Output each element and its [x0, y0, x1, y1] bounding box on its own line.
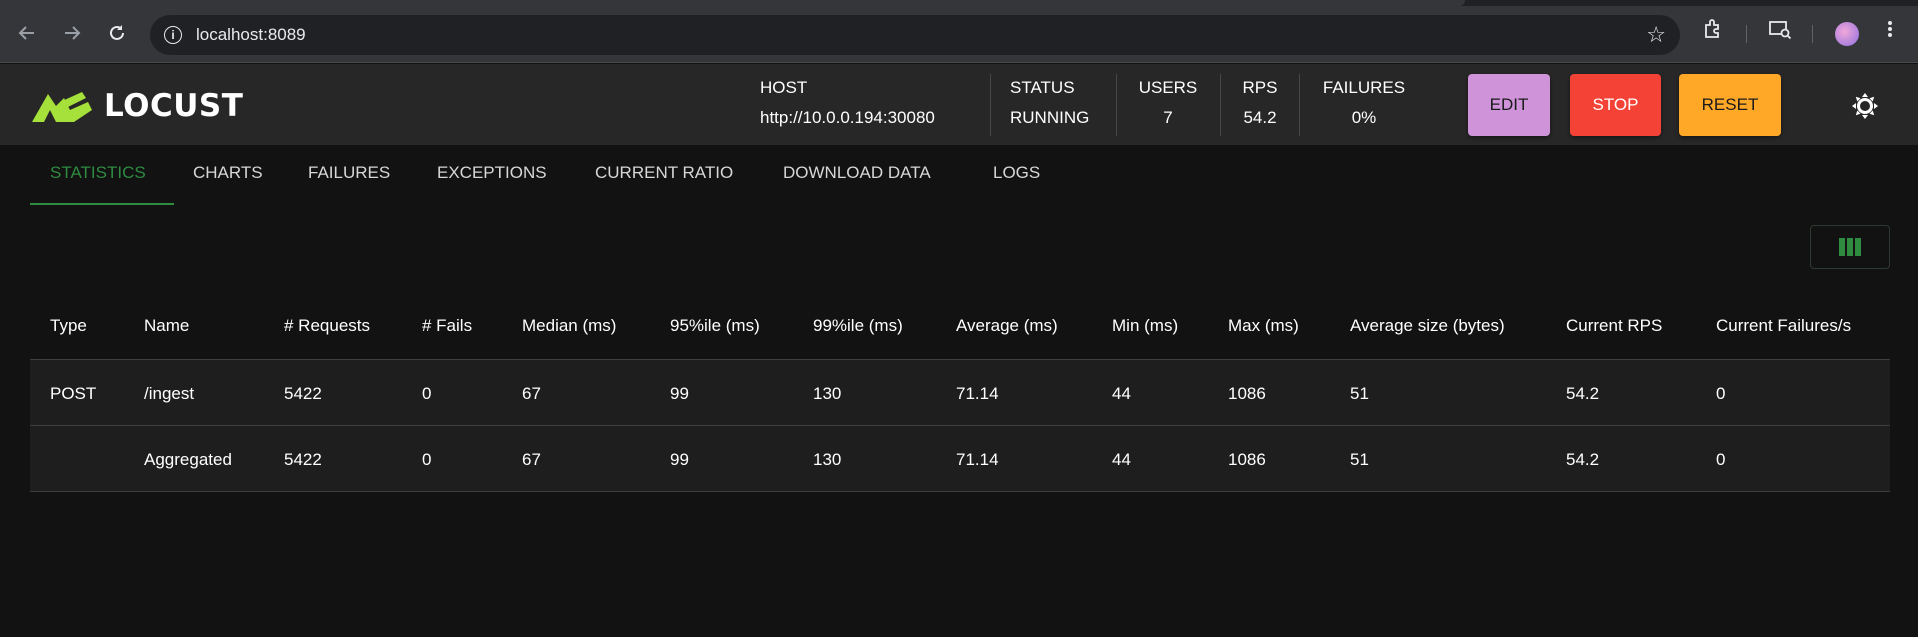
table-cell: 1086 — [1228, 450, 1266, 469]
column-header[interactable]: Max (ms) — [1228, 316, 1299, 336]
column-header[interactable]: Min (ms) — [1112, 316, 1178, 336]
table-cell: 99 — [670, 384, 689, 403]
table-cell: 0 — [422, 450, 432, 469]
tab-failures[interactable]: FAILURES — [308, 163, 390, 183]
table-cell: 67 — [522, 450, 541, 469]
column-header[interactable]: 95%ile (ms) — [670, 316, 760, 336]
column-header[interactable]: Name — [144, 316, 189, 336]
status-value: RUNNING — [1010, 108, 1090, 127]
back-arrow-icon[interactable] — [12, 18, 42, 48]
rps-label: RPS — [1242, 78, 1278, 97]
rps-stat: RPS 54.2 — [1238, 78, 1282, 134]
table-cell: 44 — [1112, 384, 1131, 403]
column-header[interactable]: Current RPS — [1566, 316, 1662, 336]
table-cell: 99 — [670, 450, 689, 469]
host-label: HOST — [760, 78, 808, 97]
table-cell: 71.14 — [956, 450, 999, 469]
table-cell: 54.2 — [1566, 384, 1600, 403]
failures-stat: FAILURES 0% — [1318, 78, 1410, 134]
column-selector-button[interactable] — [1810, 225, 1890, 269]
table-row: POST /ingest 5422 0 67 99 130 71.14 44 1… — [30, 360, 1890, 426]
table-cell: 67 — [522, 384, 541, 403]
tab-search-icon[interactable] — [1768, 18, 1792, 46]
host-value: http://10.0.0.194:30080 — [760, 108, 935, 127]
statistics-table: Type Name # Requests # Fails Median (ms)… — [30, 292, 1890, 492]
column-header[interactable]: Average size (bytes) — [1350, 316, 1505, 336]
stat-divider — [1299, 74, 1300, 136]
tab-strip — [0, 0, 1918, 6]
failures-label: FAILURES — [1322, 78, 1406, 97]
url-text: localhost:8089 — [196, 25, 306, 44]
app-name: LOCUST — [104, 88, 244, 124]
status-label: STATUS — [1010, 78, 1075, 97]
address-bar[interactable]: i localhost:8089 ☆ — [150, 15, 1680, 55]
host-stat: HOST http://10.0.0.194:30080 — [760, 78, 935, 134]
locust-logo-icon — [32, 92, 92, 122]
extensions-icon[interactable] — [1702, 18, 1724, 46]
reset-button[interactable]: RESET — [1679, 74, 1781, 136]
column-header[interactable]: 99%ile (ms) — [813, 316, 903, 336]
column-header[interactable]: Median (ms) — [522, 316, 616, 336]
table-cell: 1086 — [1228, 384, 1266, 403]
toolbar-divider — [1746, 25, 1747, 43]
table-cell: 130 — [813, 384, 842, 403]
column-header[interactable]: Average (ms) — [956, 316, 1058, 336]
active-tab-indicator — [30, 203, 174, 205]
table-cell: 5422 — [284, 384, 322, 403]
table-cell: 71.14 — [956, 384, 999, 403]
column-header[interactable]: # Fails — [422, 316, 472, 336]
stat-divider — [1116, 74, 1117, 136]
table-cell: 0 — [1716, 450, 1726, 469]
users-label: USERS — [1138, 78, 1198, 97]
column-header[interactable]: Current Failures/s — [1716, 316, 1851, 336]
browser-toolbar: i localhost:8089 ☆ — [0, 0, 1918, 63]
table-cell: Aggregated — [144, 450, 232, 469]
columns-icon — [1839, 238, 1861, 256]
table-cell: 0 — [1716, 384, 1726, 403]
table-cell: 0 — [422, 384, 432, 403]
tab-logs[interactable]: LOGS — [993, 163, 1040, 183]
app-header: LOCUST HOST http://10.0.0.194:30080 STAT… — [0, 64, 1918, 145]
tab-statistics[interactable]: STATISTICS — [50, 163, 146, 183]
tab-exceptions[interactable]: EXCEPTIONS — [437, 163, 547, 183]
site-info-icon[interactable]: i — [164, 26, 182, 44]
table-row-aggregated: Aggregated 5422 0 67 99 130 71.14 44 108… — [30, 426, 1890, 492]
failures-value: 0% — [1351, 108, 1377, 127]
stat-divider — [990, 74, 991, 136]
stat-divider — [1220, 74, 1221, 136]
table-cell: /ingest — [144, 384, 195, 403]
forward-arrow-icon[interactable] — [57, 18, 87, 48]
toolbar-divider — [1812, 25, 1813, 43]
stop-button[interactable]: STOP — [1570, 74, 1661, 136]
reload-icon[interactable] — [102, 18, 132, 48]
tab-charts[interactable]: CHARTS — [193, 163, 263, 183]
locust-logo[interactable]: LOCUST — [30, 88, 243, 124]
tab-download-data[interactable]: DOWNLOAD DATA — [783, 163, 931, 183]
table-cell: 130 — [813, 450, 842, 469]
rps-value: 54.2 — [1243, 108, 1277, 127]
theme-toggle-sun-icon[interactable] — [1851, 92, 1879, 120]
table-header-row: Type Name # Requests # Fails Median (ms)… — [30, 292, 1890, 360]
table-cell: POST — [50, 384, 97, 403]
tab-current-ratio[interactable]: CURRENT RATIO — [595, 163, 733, 183]
column-header[interactable]: Type — [50, 316, 87, 336]
table-cell: 54.2 — [1566, 450, 1600, 469]
bookmark-star-icon[interactable]: ☆ — [1646, 22, 1666, 48]
column-header[interactable]: # Requests — [284, 316, 370, 336]
table-cell: 44 — [1112, 450, 1131, 469]
users-stat: USERS 7 — [1136, 78, 1200, 134]
table-cell: 51 — [1350, 450, 1369, 469]
profile-avatar[interactable] — [1835, 22, 1859, 46]
users-value: 7 — [1163, 108, 1173, 127]
table-cell: 5422 — [284, 450, 322, 469]
edit-button[interactable]: EDIT — [1468, 74, 1550, 136]
kebab-menu-icon[interactable] — [1886, 18, 1894, 46]
status-stat: STATUS RUNNING — [1010, 78, 1089, 134]
table-cell: 51 — [1350, 384, 1369, 403]
